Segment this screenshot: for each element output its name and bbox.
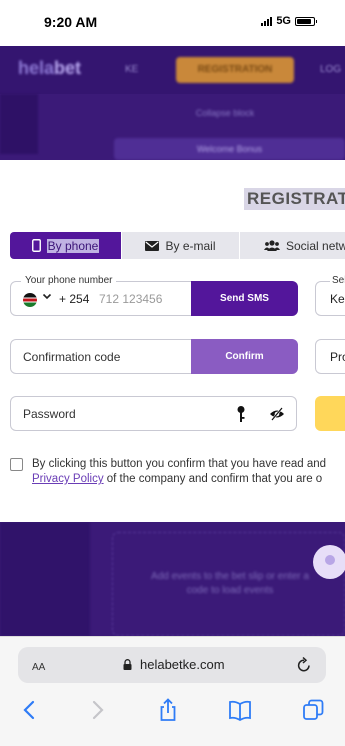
confirmation-code-field[interactable]: Confirmation code Confirm [10,339,298,374]
country-select[interactable]: Sel Ken [315,275,345,316]
tab-label: By phone [46,238,100,253]
reload-icon[interactable] [296,656,312,674]
phone-field-label: Your phone number [21,275,117,286]
phone-input[interactable] [99,290,189,308]
betslip-text: Add events to the bet slip or enter a co… [151,571,309,596]
promo-code-label: Pro [330,350,345,364]
confirmation-code-label: Confirmation code [23,350,121,364]
browser-chrome: AA helabetke.com [0,636,345,746]
eye-slash-icon[interactable] [269,406,285,422]
tab-by-phone[interactable]: By phone [10,232,122,259]
register-button[interactable] [315,396,345,431]
battery-icon [295,16,317,26]
password-label: Password [23,407,76,421]
consent-text: By clicking this button you confirm that… [32,457,345,487]
key-icon[interactable] [235,405,247,423]
network-label: 5G [276,15,291,27]
consent-line-1: By clicking this button you confirm that… [32,458,327,470]
text-size-button[interactable]: AA [32,657,45,673]
bonus-banner: Welcome Bonus [114,138,345,160]
chevron-down-icon[interactable] [42,291,52,304]
tab-label: By e-mail [165,238,216,253]
site-header: helabet KE REGISTRATION LOG [0,46,345,94]
address-bar[interactable]: AA helabetke.com [18,647,326,683]
lower-sidebar [0,522,90,636]
consent-line-2-text: of the company and confirm that you are … [103,473,323,485]
browser-toolbar [0,695,345,725]
share-icon[interactable] [155,697,181,723]
privacy-policy-link[interactable]: Privacy Policy [32,473,104,485]
tabs-icon[interactable] [300,697,326,723]
site-sidebar [0,94,38,154]
tab-by-email[interactable]: By e-mail [122,232,240,259]
registration-tabs: By phone By e-mail Social netw [10,232,345,259]
status-indicators: 5G [261,15,317,27]
envelope-icon [145,240,160,251]
url-text: helabetke.com [140,657,225,672]
phone-icon [31,239,41,252]
back-icon[interactable] [17,697,43,723]
lock-icon [123,659,132,670]
password-field[interactable]: Password [10,396,297,431]
language-selector[interactable]: KE [125,64,138,75]
consent-checkbox[interactable] [10,458,23,471]
modal-title: REGISTRATIO [244,188,345,210]
tab-label: Social netw [286,238,345,253]
promo-code-field[interactable]: Pro [315,339,345,374]
country-code: + 254 [59,292,90,306]
site-registration-button[interactable]: REGISTRATION [176,57,294,83]
country-select-label: Sel [330,275,345,286]
status-bar: 9:20 AM 5G [0,0,345,46]
bookmarks-icon[interactable] [227,697,253,723]
site-logo: helabet [18,58,82,78]
registration-modal: REGISTRATIO By phone By e-mail Social ne… [0,160,345,522]
lower-panel: Add events to the bet slip or enter a co… [0,522,345,636]
collapse-block-label: Collapse block [195,108,255,118]
chat-button[interactable] [313,545,345,579]
country-select-value: Ken [330,292,345,306]
consent-line-2: Privacy Policy of the company and confir… [32,472,345,487]
forward-icon[interactable] [84,697,110,723]
text-size-label: AA [32,662,46,673]
signal-icon [261,16,273,26]
tab-social-networks[interactable]: Social netw [240,232,345,259]
phone-number-field: Your phone number + 254 Send SMS [10,275,298,316]
users-icon [264,240,280,251]
site-login-button[interactable]: LOG [320,64,341,75]
send-sms-button[interactable]: Send SMS [191,281,298,316]
kenya-flag-icon[interactable] [23,293,37,307]
status-time: 9:20 AM [44,14,98,30]
confirm-button[interactable]: Confirm [191,339,298,374]
